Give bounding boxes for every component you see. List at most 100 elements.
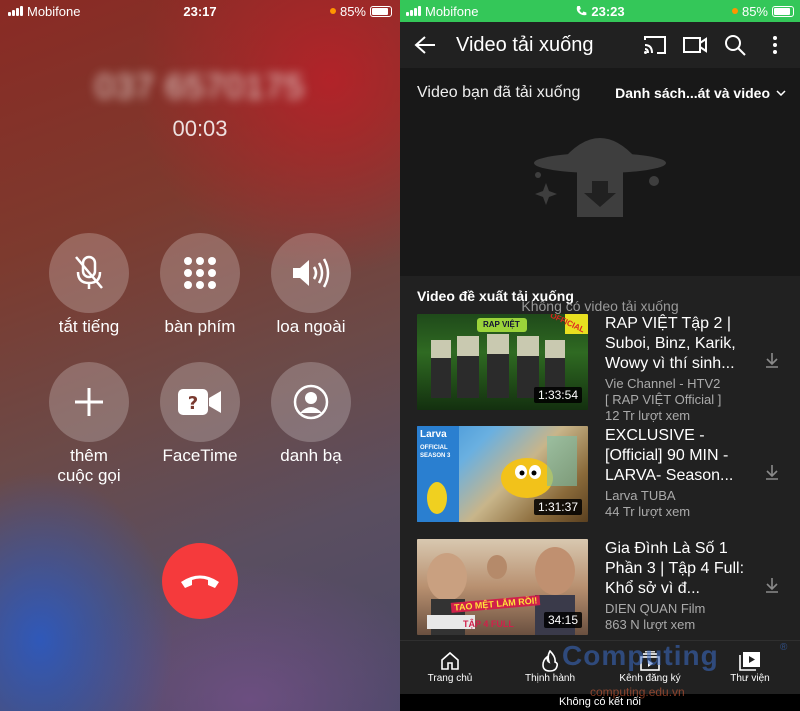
keypad-circle[interactable]: [160, 233, 240, 313]
download-button[interactable]: [765, 464, 779, 485]
call-duration: 00:03: [172, 116, 228, 141]
nav-trending[interactable]: Thịnh hành: [500, 641, 600, 694]
download-icon: [766, 578, 778, 593]
mic-in-use-dot-icon: [329, 8, 336, 14]
nav-subscriptions-label: Kênh đăng ký: [619, 673, 681, 684]
video-title: EXCLUSIVE - [Official] 90 MIN - LARVA- S…: [605, 427, 734, 484]
battery-icon: [772, 5, 794, 17]
contacts-button[interactable]: danh bạ: [271, 362, 351, 466]
video-info[interactable]: RAP VIỆT Tập 2 | Suboi, Binz, Karik, Wow…: [605, 314, 755, 424]
keypad-icon: [184, 257, 216, 289]
facetime-circle[interactable]: ?: [160, 362, 240, 442]
more-vert-icon: [773, 36, 777, 54]
status-bar-active-call[interactable]: Mobifone 23:23 85%: [400, 0, 800, 22]
home-icon: [441, 651, 459, 670]
empty-ufo-icon: [534, 138, 666, 217]
keypad-label: bàn phím: [164, 317, 236, 336]
page-title: Video tải xuống: [456, 33, 594, 56]
contacts-circle[interactable]: [271, 362, 351, 442]
nav-home-label: Trang chủ: [427, 673, 473, 684]
create-video-button[interactable]: [678, 28, 712, 62]
video-views: 12 Tr lượt xem: [605, 408, 691, 423]
video-thumbnail[interactable]: Larva OFFICIAL SEASON 3 1:31:37: [417, 426, 588, 522]
video-item[interactable]: Larva OFFICIAL SEASON 3 1:31:37 EXCLUSIV…: [417, 426, 789, 528]
carrier-group: Mobifone: [8, 4, 80, 19]
call-screen: Mobifone 23:17 85% 037 6570175 00:03 tắt…: [0, 0, 400, 711]
video-camera-icon: [683, 37, 707, 53]
speaker-circle[interactable]: [271, 233, 351, 313]
youtube-screen: Mobifone 23:23 85% Video tải xuống Video…: [400, 0, 800, 711]
download-icon: [766, 353, 778, 368]
registered-mark: ®: [780, 642, 788, 653]
end-call-button[interactable]: [162, 543, 238, 619]
facetime-button[interactable]: ? FaceTime: [160, 362, 240, 466]
nav-library-label: Thư viện: [730, 673, 770, 684]
speaker-label: loa ngoài: [276, 317, 346, 336]
speaker-icon: [293, 258, 330, 288]
download-button[interactable]: [765, 352, 779, 373]
video-item[interactable]: RAP VIỆT OFFICIAL 1:33:54 RAP VIỆT Tập 2…: [417, 314, 789, 423]
thumbnail-title-text: Larva: [420, 429, 447, 440]
nav-subscriptions[interactable]: Kênh đăng ký: [600, 641, 700, 694]
video-duration: 1:31:37: [533, 499, 582, 515]
status-right: 85%: [731, 3, 794, 19]
status-time: 23:17: [183, 3, 217, 19]
downloads-section: Video bạn đã tải xuống Danh sách...át và…: [400, 68, 800, 314]
carrier-group: Mobifone: [406, 4, 478, 19]
end-call-icon: [181, 575, 219, 588]
signal-icon: [406, 6, 421, 16]
mute-button[interactable]: tắt tiếng: [49, 233, 129, 337]
downloads-header: Video bạn đã tải xuống Danh sách...át và…: [400, 84, 800, 102]
video-meta: [ RAP VIỆT Official ]: [605, 392, 722, 407]
contacts-label: danh bạ: [280, 446, 342, 465]
signal-icon: [8, 6, 23, 16]
video-meta: 44 Tr lượt xem: [605, 504, 691, 519]
bottom-nav: Trang chủ Thịnh hành Kênh đăng ký Thư vi…: [400, 640, 800, 694]
facetime-label: FaceTime: [162, 446, 238, 465]
video-info[interactable]: Gia Đình Là Số 1 Phần 3 | Tập 4 Full: Kh…: [605, 539, 755, 633]
video-channel: DIEN QUAN Film: [605, 601, 706, 616]
status-bar: Mobifone 23:17 85%: [0, 0, 400, 22]
app-bar: Video tải xuống: [400, 22, 800, 68]
video-item[interactable]: TAO MỆT LẮM RỒI! TẬP 4 FULL 34:15 Gia Đì…: [417, 539, 789, 641]
video-thumbnail[interactable]: TAO MỆT LẮM RỒI! TẬP 4 FULL 34:15: [417, 539, 588, 635]
video-duration: 34:15: [543, 612, 582, 628]
add-call-button[interactable]: thêm cuộc gọi: [49, 362, 129, 486]
sort-dropdown[interactable]: Danh sách...át và video: [615, 85, 786, 101]
download-button[interactable]: [765, 577, 779, 598]
mic-off-icon: [75, 255, 103, 289]
video-info[interactable]: EXCLUSIVE - [Official] 90 MIN - LARVA- S…: [605, 426, 755, 520]
more-button[interactable]: [758, 28, 792, 62]
add-call-circle[interactable]: [49, 362, 129, 442]
downloads-label: Video bạn đã tải xuống: [417, 84, 581, 101]
battery-percent: 85%: [339, 3, 366, 19]
thumbnail-title-text: RAP VIỆT: [483, 320, 520, 329]
mute-circle[interactable]: [49, 233, 129, 313]
battery-percent: 85%: [741, 3, 768, 19]
back-arrow-icon: [414, 36, 435, 54]
caller-number: 037 6570175: [95, 68, 305, 106]
mute-label: tắt tiếng: [58, 317, 120, 336]
status-time: 23:23: [591, 3, 625, 19]
facetime-icon: ?: [178, 389, 221, 415]
video-title: Gia Đình Là Số 1 Phần 3 | Tập 4 Full: Kh…: [605, 540, 745, 597]
back-button[interactable]: [408, 28, 442, 62]
offline-banner: Không có kết nối: [400, 694, 800, 711]
cast-button[interactable]: [638, 28, 672, 62]
empty-downloads-text: Không có video tải xuống: [521, 298, 679, 314]
thumbnail-badge-text: TẬP 4 FULL: [463, 619, 514, 629]
sort-value: Danh sách...át và video: [615, 85, 770, 101]
nav-home[interactable]: Trang chủ: [400, 641, 500, 694]
video-title: RAP VIỆT Tập 2 | Suboi, Binz, Karik, Wow…: [605, 315, 736, 372]
video-channel: Vie Channel - HTV2: [605, 376, 721, 391]
svg-text:?: ?: [188, 393, 198, 414]
video-thumbnail[interactable]: RAP VIỆT OFFICIAL 1:33:54: [417, 314, 588, 410]
fire-icon: [542, 650, 559, 672]
mic-in-use-dot-icon: [731, 8, 738, 14]
keypad-button[interactable]: bàn phím: [160, 233, 240, 337]
speaker-button[interactable]: loa ngoài: [271, 233, 351, 337]
search-button[interactable]: [718, 28, 752, 62]
add-call-label: thêm cuộc gọi: [57, 446, 121, 485]
plus-icon: [75, 388, 103, 416]
battery-icon: [370, 5, 392, 17]
